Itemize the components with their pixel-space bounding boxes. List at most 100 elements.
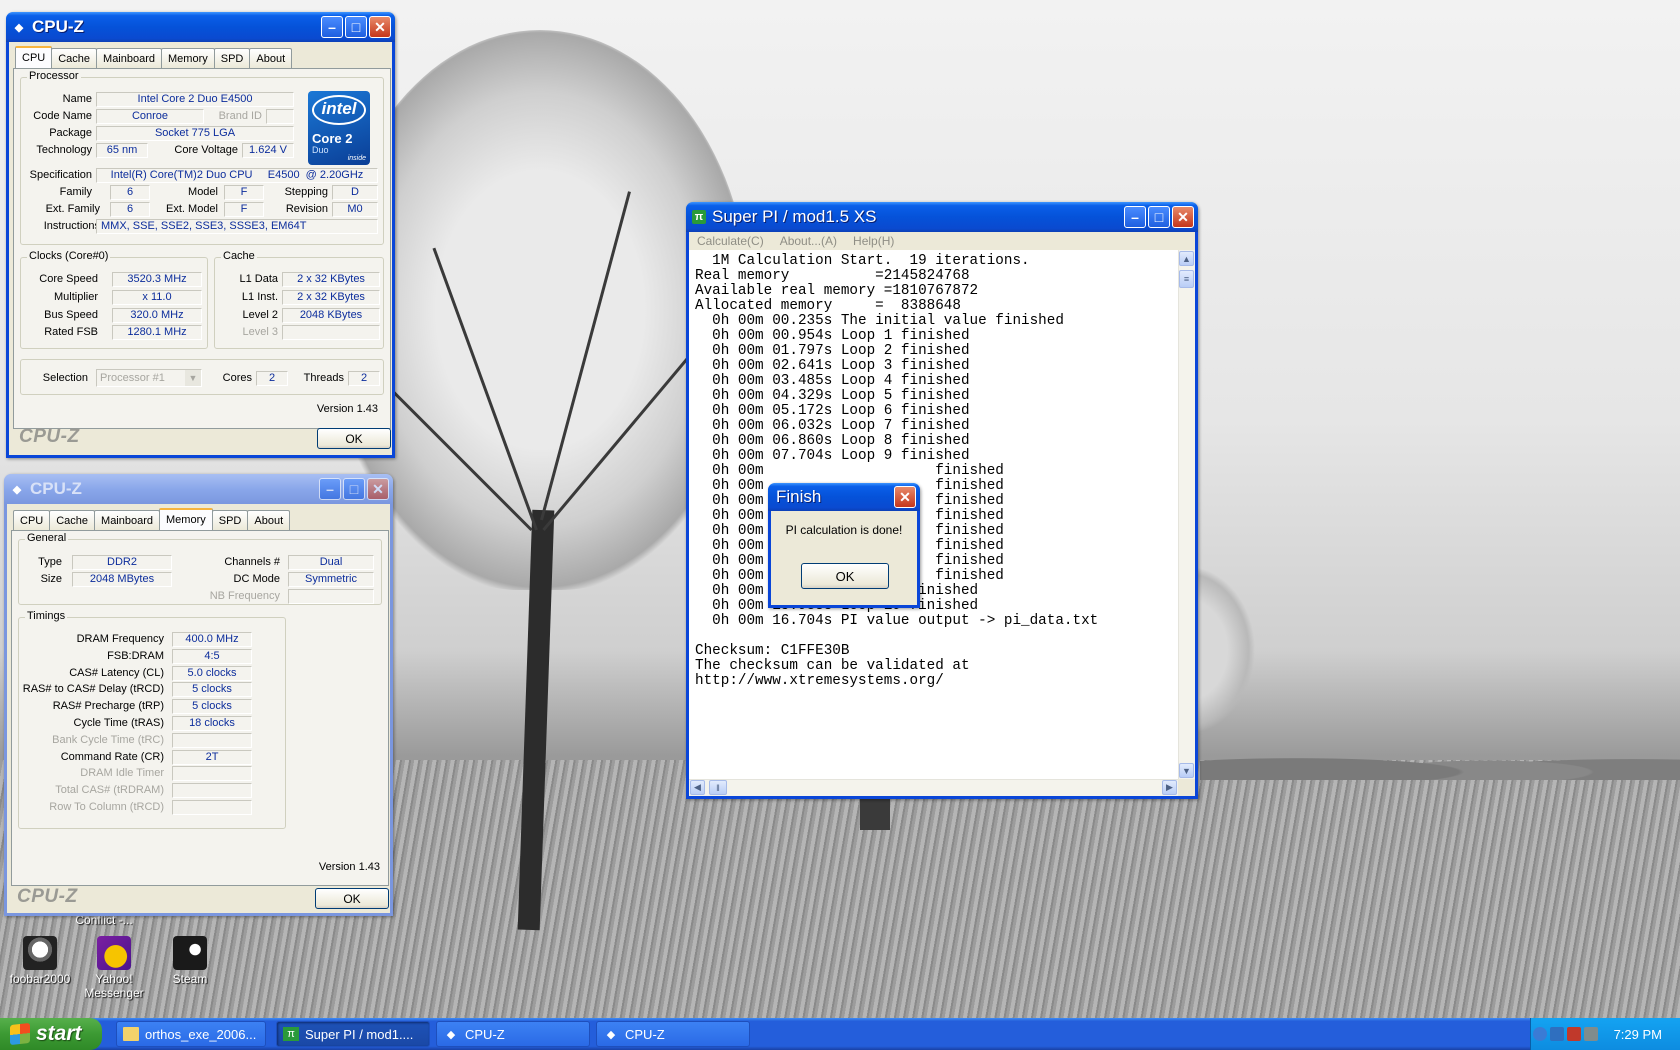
taskbar-item-cpuz-1[interactable]: ◆ CPU-Z (436, 1021, 590, 1047)
tab-bar: CPU Cache Mainboard Memory SPD About (15, 46, 293, 68)
desktop-icon-steam[interactable]: Steam (150, 936, 230, 986)
tab-mainboard[interactable]: Mainboard (96, 48, 163, 68)
superpi-window: π Super PI / mod1.5 XS – □ ✕ Calculate(C… (686, 202, 1198, 799)
corespeed-value: 3520.3 MHz (112, 272, 202, 287)
minimize-button[interactable]: – (1124, 206, 1146, 228)
output-console[interactable]: 1M Calculation Start. 19 iterations. Real… (689, 250, 1195, 796)
menu-help[interactable]: Help(H) (845, 232, 902, 250)
distant-treeline (1200, 740, 1680, 780)
resize-grip-icon[interactable] (1178, 779, 1195, 796)
tab-about[interactable]: About (247, 510, 291, 530)
timing-label: Row To Column (tRCD) (49, 801, 164, 813)
tab-cache[interactable]: Cache (49, 510, 96, 530)
title-bar[interactable]: π Super PI / mod1.5 XS – □ ✕ (686, 202, 1198, 232)
minimize-button[interactable]: – (321, 16, 343, 38)
minimize-button[interactable]: – (319, 478, 341, 500)
group-label: General (25, 532, 69, 544)
package-label: Package (49, 127, 92, 139)
taskbar-item-orthos[interactable]: orthos_exe_2006... (116, 1021, 266, 1047)
dialog-message: PI calculation is done! (785, 523, 903, 537)
type-label: Type (38, 556, 62, 568)
timing-label: RAS# Precharge (tRP) (52, 700, 164, 713)
log-line: 0h 00m finished (695, 463, 1004, 479)
timing-label: Cycle Time (tRAS) (73, 717, 164, 729)
tab-cpu[interactable]: CPU (15, 46, 53, 68)
tab-about[interactable]: About (249, 48, 293, 68)
tab-cache[interactable]: Cache (51, 48, 98, 68)
desktop-icon-yahoo-messenger[interactable]: Yahoo! Messenger (74, 936, 154, 1000)
instructions-label: Instructions (43, 220, 100, 232)
family-value: 6 (110, 185, 150, 200)
ok-button[interactable]: OK (317, 428, 391, 449)
maximize-button[interactable]: □ (345, 16, 367, 38)
tab-cpu[interactable]: CPU (13, 510, 51, 530)
start-button[interactable]: start (0, 1018, 102, 1050)
close-button[interactable]: ✕ (369, 16, 391, 38)
timing-value (172, 783, 252, 799)
close-button[interactable]: ✕ (1172, 206, 1194, 228)
log-line: 1M Calculation Start. 19 iterations. (695, 253, 1030, 269)
extmodel-label: Ext. Model (166, 203, 218, 215)
horizontal-scrollbar[interactable]: ◀ ‖ ▶ (689, 779, 1178, 796)
tab-mainboard[interactable]: Mainboard (94, 510, 161, 530)
scroll-thumb[interactable]: ≡ (1179, 270, 1194, 288)
dcmode-value: Symmetric (288, 572, 374, 587)
processor-select-value: Processor #1 (100, 372, 165, 384)
ok-button[interactable]: OK (801, 563, 889, 589)
taskbar: start orthos_exe_2006... π Super PI / mo… (0, 1018, 1680, 1050)
tab-spd[interactable]: SPD (213, 48, 251, 68)
maximize-button[interactable]: □ (1148, 206, 1170, 228)
l1inst-value: 2 x 32 KBytes (282, 290, 380, 305)
busspeed-value: 320.0 MHz (112, 308, 202, 323)
taskbar-item-cpuz-2[interactable]: ◆ CPU-Z (596, 1021, 750, 1047)
scroll-left-icon[interactable]: ◀ (690, 780, 705, 795)
ok-button[interactable]: OK (315, 888, 389, 909)
system-tray: 7:29 PM (1530, 1018, 1680, 1050)
tab-memory[interactable]: Memory (161, 48, 215, 68)
timing-label: DRAM Frequency (76, 633, 164, 645)
security-shield-icon[interactable] (1566, 1027, 1581, 1041)
spec-value: Intel(R) Core(TM)2 Duo CPU E4500 @ 2.20G… (96, 168, 378, 183)
processor-select[interactable]: Processor #1 ▼ (96, 369, 202, 387)
log-line: 0h 00m 00.954s Loop 1 finished (695, 328, 970, 344)
timing-label: Total CAS# (tRDRAM) (55, 784, 164, 797)
clock[interactable]: 7:29 PM (1614, 1027, 1662, 1042)
network-icon[interactable] (1549, 1027, 1564, 1041)
title-bar[interactable]: Finish ✕ (768, 483, 920, 511)
timing-value: 18 clocks (172, 716, 252, 731)
desktop-icon-foobar2000[interactable]: foobar2000 (0, 936, 80, 986)
taskbar-item-superpi[interactable]: π Super PI / mod1.... (276, 1021, 430, 1047)
timing-value (172, 732, 252, 748)
maximize-button[interactable]: □ (343, 478, 365, 500)
cpuz-memory-window: ◆ CPU-Z – □ ✕ CPU Cache Mainboard Memory… (4, 474, 393, 916)
technology-label: Technology (36, 144, 92, 156)
windows-flag-icon (10, 1022, 30, 1046)
cores-value: 2 (256, 371, 288, 386)
chevron-down-icon[interactable]: ▼ (185, 370, 201, 386)
scroll-right-icon[interactable]: ▶ (1162, 780, 1177, 795)
close-button[interactable]: ✕ (894, 486, 916, 508)
cores-label: Cores (222, 372, 252, 384)
close-button[interactable]: ✕ (367, 478, 389, 500)
title-bar[interactable]: ◆ CPU-Z – □ ✕ (6, 12, 395, 42)
title-bar[interactable]: ◆ CPU-Z – □ ✕ (4, 474, 393, 504)
show-hidden-icons-icon[interactable] (1532, 1027, 1547, 1041)
multiplier-label: Multiplier (53, 291, 98, 303)
scroll-down-icon[interactable]: ▼ (1179, 763, 1194, 778)
finish-dialog: Finish ✕ PI calculation is done! OK (768, 483, 920, 608)
extfamily-label: Ext. Family (45, 203, 100, 215)
cpu-tab-pane: Processor Name Intel Core 2 Duo E4500 Co… (13, 68, 391, 429)
timing-value: 5.0 clocks (172, 665, 252, 681)
ratedfsb-value: 1280.1 MHz (112, 325, 202, 340)
scroll-thumb-horizontal[interactable]: ‖ (709, 780, 727, 795)
menu-calculate[interactable]: Calculate(C) (689, 232, 772, 250)
volume-icon[interactable] (1583, 1027, 1598, 1041)
tab-memory[interactable]: Memory (159, 508, 213, 530)
scroll-up-icon[interactable]: ▲ (1179, 251, 1194, 266)
menu-about[interactable]: About...(A) (772, 232, 845, 250)
tab-spd[interactable]: SPD (211, 510, 249, 530)
log-line: 0h 00m 16.704s PI value output -> pi_dat… (695, 613, 1099, 629)
vertical-scrollbar[interactable]: ▲ ≡ ▼ (1178, 250, 1195, 779)
timing-value: 4:5 (172, 648, 252, 664)
channels-value: Dual (288, 555, 374, 570)
